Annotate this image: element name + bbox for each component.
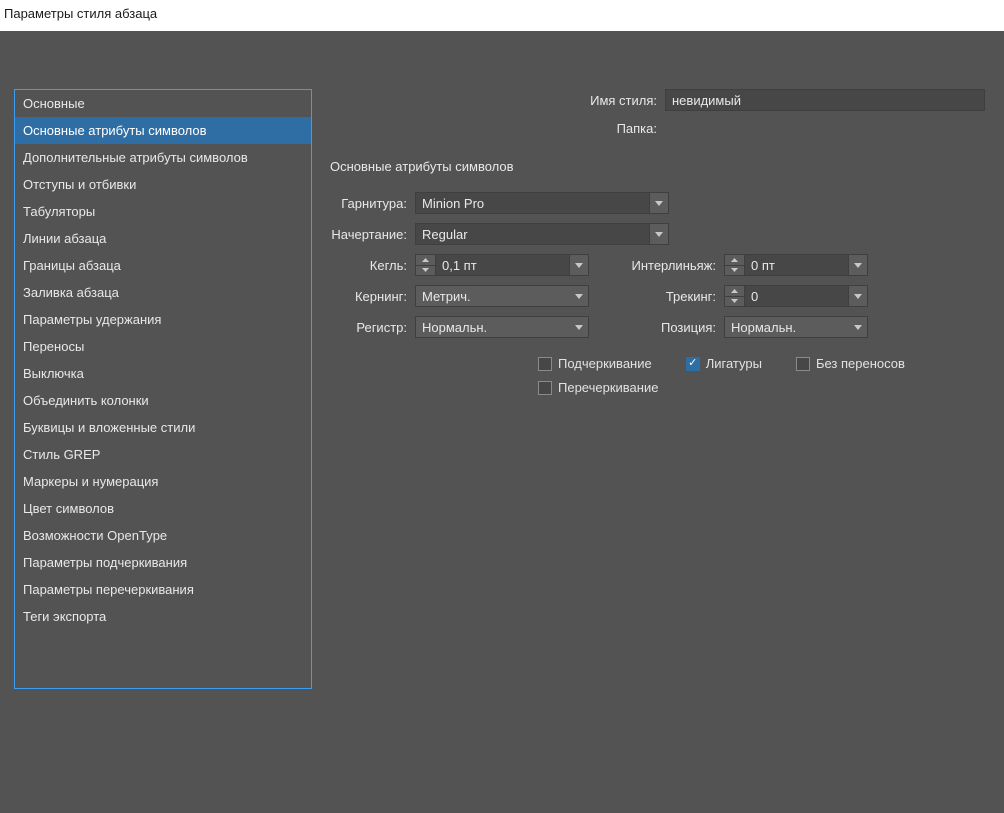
font-style-combo[interactable] — [415, 223, 669, 245]
nobreak-label: Без переносов — [816, 356, 905, 371]
case-label: Регистр: — [330, 320, 415, 335]
sidebar-item[interactable]: Выключка — [15, 360, 311, 387]
leading-input[interactable] — [744, 254, 848, 276]
window-title: Параметры стиля абзаца — [4, 6, 157, 21]
chevron-down-icon — [854, 263, 862, 268]
chevron-up-icon — [731, 258, 738, 262]
leading-dropdown-button[interactable] — [848, 254, 868, 276]
leading-field[interactable] — [724, 254, 868, 276]
chevron-down-icon — [731, 299, 738, 303]
strikethrough-checkbox-row[interactable]: Перечеркивание — [538, 380, 658, 395]
size-input[interactable] — [435, 254, 569, 276]
font-style-dropdown-button[interactable] — [649, 223, 669, 245]
leading-spinner[interactable] — [724, 254, 744, 276]
sidebar-item[interactable]: Табуляторы — [15, 198, 311, 225]
chevron-down-icon — [655, 201, 663, 206]
position-select[interactable]: Нормальн. — [724, 316, 868, 338]
font-style-label: Начертание: — [330, 227, 415, 242]
category-sidebar: ОсновныеОсновные атрибуты символовДополн… — [14, 89, 312, 689]
dialog-body: ОсновныеОсновные атрибуты символовДополн… — [0, 31, 1004, 813]
kerning-select[interactable]: Метрич. — [415, 285, 589, 307]
strikethrough-checkbox[interactable] — [538, 381, 552, 395]
sidebar-item[interactable]: Переносы — [15, 333, 311, 360]
size-spinner-up[interactable] — [416, 255, 435, 266]
tracking-label: Трекинг: — [589, 289, 724, 304]
font-style-input[interactable] — [415, 223, 649, 245]
leading-label: Интерлиньяж: — [589, 258, 724, 273]
sidebar-item[interactable]: Цвет символов — [15, 495, 311, 522]
case-value: Нормальн. — [416, 320, 570, 335]
sidebar-item[interactable]: Буквицы и вложенные стили — [15, 414, 311, 441]
style-name-label: Имя стиля: — [330, 93, 665, 108]
position-value: Нормальн. — [725, 320, 849, 335]
sidebar-item[interactable]: Параметры перечеркивания — [15, 576, 311, 603]
kerning-label: Кернинг: — [330, 289, 415, 304]
case-select[interactable]: Нормальн. — [415, 316, 589, 338]
sidebar-item[interactable]: Отступы и отбивки — [15, 171, 311, 198]
underline-label: Подчеркивание — [558, 356, 652, 371]
font-family-combo[interactable] — [415, 192, 669, 214]
nobreak-checkbox[interactable] — [796, 357, 810, 371]
sidebar-item[interactable]: Границы абзаца — [15, 252, 311, 279]
style-name-input[interactable] — [665, 89, 985, 111]
sidebar-item[interactable]: Объединить колонки — [15, 387, 311, 414]
sidebar-item[interactable]: Стиль GREP — [15, 441, 311, 468]
section-title: Основные атрибуты символов — [330, 159, 990, 174]
tracking-spinner-down[interactable] — [725, 297, 744, 307]
chevron-down-icon — [570, 325, 588, 330]
chevron-up-icon — [422, 258, 429, 262]
tracking-spinner[interactable] — [724, 285, 744, 307]
underline-checkbox[interactable] — [538, 357, 552, 371]
title-bar: Параметры стиля абзаца — [0, 0, 1004, 31]
sidebar-item[interactable]: Основные атрибуты символов — [15, 117, 311, 144]
leading-spinner-down[interactable] — [725, 266, 744, 276]
leading-spinner-up[interactable] — [725, 255, 744, 266]
chevron-down-icon — [422, 268, 429, 272]
sidebar-item[interactable]: Дополнительные атрибуты символов — [15, 144, 311, 171]
nobreak-checkbox-row[interactable]: Без переносов — [796, 356, 905, 371]
tracking-spinner-up[interactable] — [725, 286, 744, 297]
chevron-down-icon — [575, 263, 583, 268]
chevron-up-icon — [731, 289, 738, 293]
sidebar-item[interactable]: Параметры удержания — [15, 306, 311, 333]
chevron-down-icon — [731, 268, 738, 272]
tracking-input[interactable] — [744, 285, 848, 307]
position-label: Позиция: — [589, 320, 724, 335]
sidebar-item[interactable]: Параметры подчеркивания — [15, 549, 311, 576]
chevron-down-icon — [570, 294, 588, 299]
ligatures-label: Лигатуры — [706, 356, 762, 371]
font-family-label: Гарнитура: — [330, 196, 415, 211]
strikethrough-label: Перечеркивание — [558, 380, 658, 395]
size-label: Кегль: — [330, 258, 415, 273]
size-spinner[interactable] — [415, 254, 435, 276]
underline-checkbox-row[interactable]: Подчеркивание — [538, 356, 652, 371]
sidebar-item[interactable]: Возможности OpenType — [15, 522, 311, 549]
folder-label: Папка: — [330, 121, 665, 136]
chevron-down-icon — [655, 232, 663, 237]
settings-panel: Имя стиля: Папка: Основные атрибуты симв… — [330, 89, 990, 404]
sidebar-item[interactable]: Линии абзаца — [15, 225, 311, 252]
sidebar-item[interactable]: Маркеры и нумерация — [15, 468, 311, 495]
chevron-down-icon — [854, 294, 862, 299]
sidebar-item[interactable]: Основные — [15, 90, 311, 117]
tracking-dropdown-button[interactable] — [848, 285, 868, 307]
kerning-value: Метрич. — [416, 289, 570, 304]
font-family-input[interactable] — [415, 192, 649, 214]
sidebar-item[interactable]: Теги экспорта — [15, 603, 311, 630]
ligatures-checkbox-row[interactable]: Лигатуры — [686, 356, 762, 371]
font-family-dropdown-button[interactable] — [649, 192, 669, 214]
chevron-down-icon — [849, 325, 867, 330]
size-spinner-down[interactable] — [416, 266, 435, 276]
sidebar-item[interactable]: Заливка абзаца — [15, 279, 311, 306]
size-dropdown-button[interactable] — [569, 254, 589, 276]
tracking-field[interactable] — [724, 285, 868, 307]
size-field[interactable] — [415, 254, 589, 276]
ligatures-checkbox[interactable] — [686, 357, 700, 371]
